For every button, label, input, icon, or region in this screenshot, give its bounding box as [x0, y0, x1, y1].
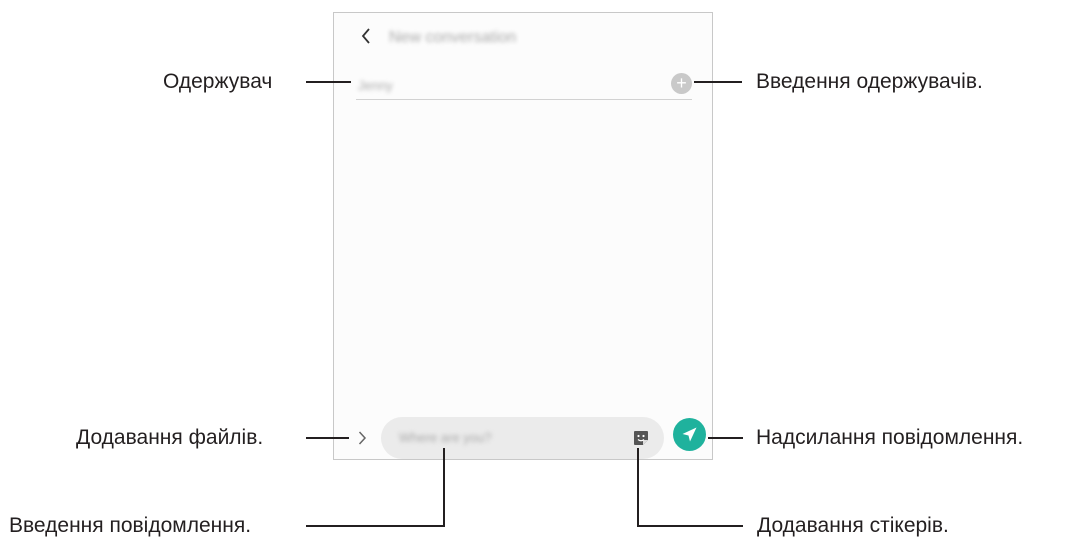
phone-screen: New conversation Jenny +: [333, 12, 713, 460]
plus-circle-icon[interactable]: +: [671, 73, 692, 94]
leader-line-recipient: [306, 81, 351, 83]
leader-line-attach-files: [306, 437, 349, 439]
sticker-icon[interactable]: [633, 430, 649, 446]
send-button[interactable]: [673, 418, 706, 451]
callout-recipient: Одержувач: [163, 70, 273, 93]
message-compose-field[interactable]: [381, 417, 664, 459]
leader-line-enter-recipients: [694, 81, 742, 83]
callout-enter-recipients: Введення одержувачів.: [756, 70, 983, 93]
leader-line-enter-message-h: [306, 525, 445, 527]
callout-send-message: Надсилання повідомлення.: [756, 426, 1024, 449]
back-icon[interactable]: [358, 25, 374, 47]
leader-line-add-stickers-h: [637, 525, 743, 527]
chevron-right-icon[interactable]: [355, 428, 369, 448]
leader-line-send-message: [708, 437, 743, 439]
callout-attach-files: Додавання файлів.: [76, 426, 264, 449]
callout-enter-message: Введення повідомлення.: [9, 514, 252, 537]
recipient-field[interactable]: Jenny +: [356, 73, 692, 100]
leader-line-enter-message-v: [443, 448, 445, 527]
message-input[interactable]: [397, 429, 601, 446]
page-title: New conversation: [389, 29, 517, 46]
leader-line-add-stickers-v: [637, 448, 639, 527]
callout-add-stickers: Додавання стікерів.: [757, 514, 949, 537]
paper-plane-icon: [682, 427, 697, 442]
recipient-value: Jenny: [358, 78, 393, 93]
